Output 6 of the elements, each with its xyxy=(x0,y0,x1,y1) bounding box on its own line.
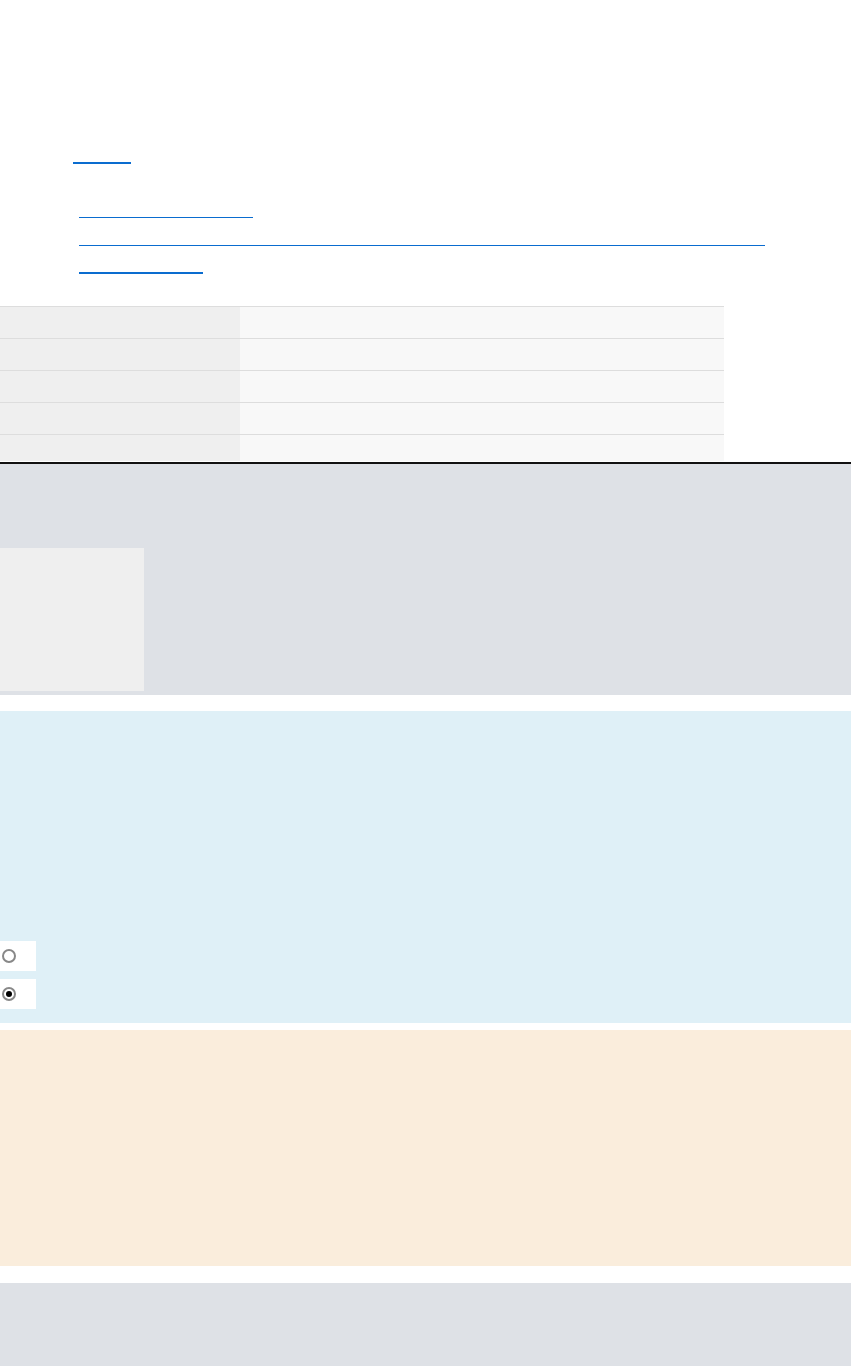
radio-button[interactable] xyxy=(2,949,16,963)
link-underline[interactable] xyxy=(73,162,131,164)
link-underline[interactable] xyxy=(79,245,765,246)
link-underline[interactable] xyxy=(79,217,253,218)
link-underline[interactable] xyxy=(79,272,203,274)
radio-button[interactable] xyxy=(2,987,16,1001)
